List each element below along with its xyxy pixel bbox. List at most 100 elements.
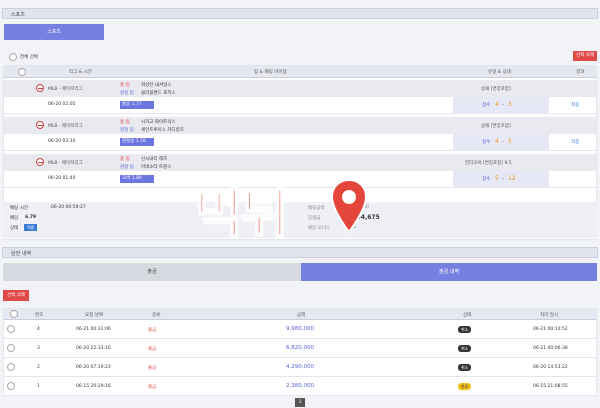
history-status-badge: 완료 bbox=[458, 383, 472, 390]
col-team-item: 팀 & 배팅 아이템 bbox=[254, 70, 287, 75]
odds-label: 배당 bbox=[10, 216, 19, 221]
history-status-badge: 취소 bbox=[458, 345, 472, 352]
history-date: 06-21 00:31:06 bbox=[76, 327, 111, 332]
history-row-radio[interactable] bbox=[7, 325, 15, 333]
match-time: 06-20 03:10 bbox=[48, 139, 76, 144]
match-time: 06-20 01:40 bbox=[48, 176, 76, 181]
home-label: 홈 팀 bbox=[120, 157, 130, 162]
history-number: 2 bbox=[37, 365, 40, 370]
select-all-radio[interactable] bbox=[9, 53, 17, 61]
home-team: 워싱턴 내셔널스 bbox=[141, 83, 172, 88]
col-status: 상태 bbox=[463, 313, 472, 318]
tab-withdraw-history[interactable]: 출금 내역 bbox=[301, 263, 597, 281]
history-row-radio[interactable] bbox=[7, 363, 15, 371]
score-home: 4 bbox=[495, 138, 499, 145]
sports-tab[interactable]: 스포츠 bbox=[4, 24, 104, 40]
league-name: MLB - 메이저리그 bbox=[48, 161, 83, 166]
history-amount: 6,820,000 bbox=[286, 345, 314, 351]
history-date: 06-15 20:29:16 bbox=[76, 384, 111, 389]
score-away: 3 bbox=[508, 101, 512, 108]
score-label: 점수 bbox=[482, 140, 491, 145]
history-delete-button[interactable]: 선택 삭제 bbox=[3, 290, 29, 301]
col-kind: 종류 bbox=[152, 313, 161, 318]
baseball-icon bbox=[36, 84, 44, 92]
status-badge: 적중 bbox=[24, 224, 38, 231]
history-processed: 06-21 00:10:52 bbox=[533, 327, 568, 332]
match-result: 적중 bbox=[571, 140, 580, 145]
col-type-status: 유형 & 상태 bbox=[488, 70, 511, 75]
home-label: 홈 팀 bbox=[120, 83, 130, 88]
history-amount: 2,380,000 bbox=[286, 383, 314, 389]
history-number: 1 bbox=[37, 384, 40, 389]
away-team: 미네소타 트윈스 bbox=[141, 165, 172, 170]
match-time: 06-20 02:05 bbox=[48, 102, 76, 107]
sports-header-bar: 스포츠 bbox=[2, 8, 598, 19]
sports-header-title: 스포츠 bbox=[11, 12, 25, 18]
col-processed: 처리 일시 bbox=[540, 313, 558, 318]
history-kind: 출금 bbox=[148, 385, 157, 390]
away-team: 클리블랜드 로키스 bbox=[141, 91, 176, 96]
history-processed: 06-20 14:53:22 bbox=[533, 365, 568, 370]
history-kind: 출금 bbox=[148, 347, 157, 352]
win-amount-label: 당첨금 bbox=[308, 216, 321, 221]
score-away: 5 bbox=[508, 138, 512, 145]
baseball-icon bbox=[36, 158, 44, 166]
history-processed: 06-15 21:08:55 bbox=[533, 384, 568, 389]
col-amount: 금액 bbox=[297, 313, 306, 318]
history-date: 06-20 07:19:23 bbox=[76, 365, 111, 370]
pagination-page[interactable]: 1 bbox=[295, 398, 305, 407]
history-header-title: 완전 내역 bbox=[11, 251, 31, 257]
history-processed: 06-21 00:06:38 bbox=[533, 346, 568, 351]
tab-withdraw[interactable]: 출금 bbox=[3, 263, 301, 281]
bet-type: 승패 [연장포함] bbox=[481, 87, 511, 92]
score-separator: - bbox=[502, 138, 505, 145]
bet-time-value: 06-20 00:59:27 bbox=[51, 205, 86, 210]
bet-pick: 오버 1.80 bbox=[120, 175, 154, 183]
col-number: 번호 bbox=[35, 313, 44, 318]
bet-type: 승패 [연장포함] bbox=[481, 124, 511, 129]
bet-pick: 홈승 1.77 bbox=[120, 101, 154, 109]
history-status-badge: 취소 bbox=[458, 364, 472, 371]
away-label: 원정 팀 bbox=[120, 128, 134, 133]
league-name: MLB - 메이저리그 bbox=[48, 87, 83, 92]
col-league-time: 리그 & 시간 bbox=[69, 70, 92, 75]
history-kind: 출금 bbox=[148, 366, 157, 371]
away-label: 원정 팀 bbox=[120, 165, 134, 170]
bet-summary: 배팅 시간 06-20 00:59:27 배당 6.79 상태 적중 배팅금액 … bbox=[3, 202, 597, 238]
history-amount: 4,290,000 bbox=[286, 364, 314, 370]
map-pin-icon bbox=[330, 178, 368, 234]
col-result: 결과 bbox=[576, 70, 585, 75]
score-separator: - bbox=[502, 101, 505, 108]
score-home: 5 bbox=[495, 175, 499, 182]
league-name: MLB - 메이저리그 bbox=[48, 124, 83, 129]
score-cell bbox=[453, 97, 549, 114]
score-cell bbox=[453, 171, 549, 188]
bet-table-header: 리그 & 시간 팀 & 배팅 아이템 유형 & 상태 결과 bbox=[4, 66, 596, 78]
bonus-label: 배당 보너스 bbox=[308, 226, 331, 231]
history-amount: 9,980,000 bbox=[286, 326, 314, 332]
bet-time-label: 배팅 시간 bbox=[10, 206, 28, 211]
odds-value: 6.79 bbox=[25, 215, 37, 220]
bet-amount-label: 배팅금액 bbox=[308, 206, 325, 211]
home-team: 시카고 화이트삭스 bbox=[141, 120, 176, 125]
history-number: 3 bbox=[37, 346, 40, 351]
select-all-label: 전체 선택 bbox=[20, 55, 38, 60]
home-team: 신시내티 레즈 bbox=[141, 157, 168, 162]
history-row-radio[interactable] bbox=[7, 382, 15, 390]
away-label: 원정 팀 bbox=[120, 91, 134, 96]
delete-selected-button[interactable]: 선택 삭제 bbox=[573, 51, 597, 61]
history-status-badge: 취소 bbox=[458, 326, 472, 333]
bet-header-radio[interactable] bbox=[18, 68, 26, 76]
watermark-text: 먹튀 bbox=[194, 184, 290, 246]
col-request-date: 요청 날짜 bbox=[85, 313, 103, 318]
away-team: 세인트루이스 카디널즈 bbox=[141, 128, 184, 133]
home-label: 홈 팀 bbox=[120, 120, 130, 125]
score-away: 12 bbox=[508, 175, 516, 182]
score-cell bbox=[453, 134, 549, 151]
history-header-radio[interactable] bbox=[10, 310, 18, 318]
score-label: 점수 bbox=[482, 177, 491, 182]
history-row-radio[interactable] bbox=[7, 344, 15, 352]
history-date: 06-20 22:33:16 bbox=[76, 346, 111, 351]
history-table-header: 번호 요청 날짜 종류 금액 상태 처리 일시 bbox=[4, 309, 596, 320]
bet-pick: 원정승 1.58 bbox=[120, 138, 154, 146]
